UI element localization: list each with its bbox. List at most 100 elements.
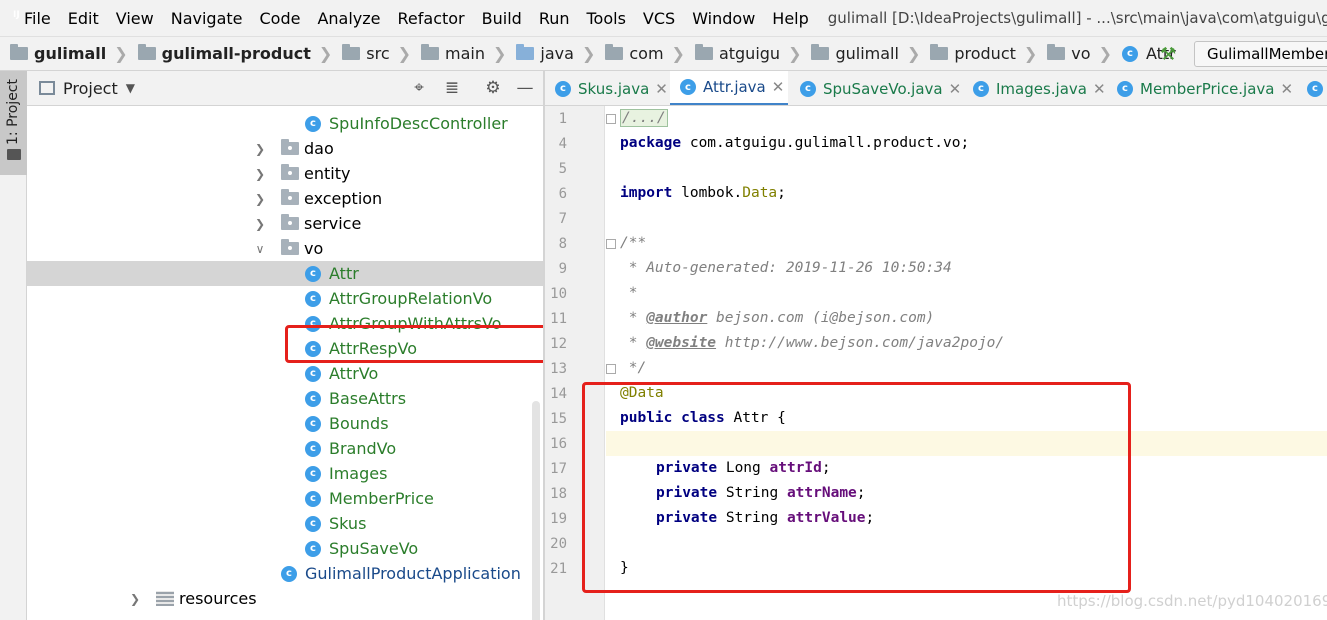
minimize-icon[interactable]: — [515,78,535,98]
chevron-down-icon[interactable]: ∨ [254,242,266,256]
breadcrumb-item-gulimall-pkg[interactable]: gulimall ❯ [811,44,920,63]
tree-item-label: GulimallProductApplication [305,564,521,583]
class-icon: c [305,515,321,532]
tree-item-exception[interactable]: ❯ exception [27,186,543,211]
breadcrumb-item-product[interactable]: product ❯ [930,44,1037,63]
menu-help[interactable]: Help [772,9,808,28]
class-icon: c [305,415,321,432]
package-icon [281,189,299,205]
line-number: 18 [550,486,567,502]
code-line-12: * @website http://www.bejson.com/java2po… [620,331,1004,356]
line-number: 11 [550,311,567,327]
menu-analyze[interactable]: Analyze [317,9,380,28]
code-line-13: */ [620,360,647,376]
chevron-right-icon: ❯ [397,44,412,63]
build-hammer-icon[interactable]: ⚒ [1160,44,1176,65]
tree-item-attrvo[interactable]: c AttrVo [27,361,543,386]
breadcrumb-label: java [540,44,574,63]
chevron-down-icon[interactable]: ▼ [126,81,135,95]
chevron-right-icon[interactable]: ❯ [254,167,266,181]
fold-marker-icon[interactable] [606,114,616,124]
tree-item-service[interactable]: ❯ service [27,211,543,236]
menu-window[interactable]: Window [692,9,755,28]
tree-item-label: Skus [329,514,367,533]
tree-item-label: exception [304,189,383,208]
tree-item-spuinfodesccontroller[interactable]: c SpuInfoDescController [27,111,543,136]
project-panel-title[interactable]: Project [63,79,118,98]
tree-item-dao[interactable]: ❯ dao [27,136,543,161]
breadcrumb-item-atguigu[interactable]: atguigu ❯ [694,44,801,63]
chevron-right-icon[interactable]: ❯ [129,592,141,606]
folded-comment[interactable]: /.../ [620,109,668,127]
menu-vcs[interactable]: VCS [643,9,675,28]
chevron-right-icon[interactable]: ❯ [254,217,266,231]
breadcrumb-item-java[interactable]: java ❯ [516,44,595,63]
menu-tools[interactable]: Tools [587,9,626,28]
breadcrumb-label: vo [1071,44,1091,63]
code-editor[interactable]: 1 4 5 6 7 8 9 10 11 12 13 14 15 16 17 18… [545,106,1327,620]
tree-item-resources[interactable]: ❯ resources [27,586,543,611]
project-panel-header: Project ▼ ⌖ ≣ ⚙ — [27,71,543,106]
editor-tab-bar: c Skus.java ✕ c Attr.java ✕ c SpuSaveVo.java ✕… [545,71,1327,106]
close-icon[interactable]: ✕ [772,78,785,96]
tab-memberprice-java[interactable]: c MemberPrice.java ✕ [1117,71,1307,105]
tree-item-spusavevo[interactable]: c SpuSaveVo [27,536,543,561]
tree-item-label: Attr [329,264,359,283]
chevron-right-icon[interactable]: ❯ [254,142,266,156]
breadcrumb-item-gulimall-product[interactable]: gulimall-product ❯ [137,44,332,63]
menu-refactor[interactable]: Refactor [398,9,465,28]
tab-attr-java[interactable]: c Attr.java ✕ [670,71,788,105]
tree-item-gulimallproductapplication[interactable]: c GulimallProductApplication [27,561,543,586]
tree-item-bounds[interactable]: c Bounds [27,411,543,436]
class-icon: c [800,80,816,97]
folder-icon [7,149,21,160]
tree-item-attrgrouprelationvo[interactable]: c AttrGroupRelationVo [27,286,543,311]
menu-view[interactable]: View [116,9,154,28]
code-line-11: * @author bejson.com (i@bejson.com) [620,306,935,331]
tree-scrollbar[interactable] [532,401,540,620]
menu-code[interactable]: Code [260,9,301,28]
tree-item-attr[interactable]: c Attr [27,261,543,286]
collapse-all-icon[interactable]: ≣ [442,78,462,98]
keyword: import [620,185,673,201]
line-number: 16 [550,436,567,452]
tree-item-entity[interactable]: ❯ entity [27,161,543,186]
menu-file[interactable]: File [24,9,51,28]
locate-target-icon[interactable]: ⌖ [409,78,429,98]
breadcrumb-item-com[interactable]: com ❯ [605,44,685,63]
close-icon[interactable]: ✕ [1093,80,1106,98]
breadcrumb-item-gulimall[interactable]: gulimall ❯ [10,44,128,63]
tab-images-java[interactable]: c Images.java ✕ [973,71,1113,105]
package-icon [694,44,713,60]
tree-item-images[interactable]: c Images [27,461,543,486]
menu-edit[interactable]: Edit [68,9,99,28]
menu-navigate[interactable]: Navigate [171,9,243,28]
menu-run[interactable]: Run [539,9,570,28]
chevron-right-icon: ❯ [581,44,596,63]
line-number: 21 [550,561,567,577]
breadcrumb-item-vo[interactable]: vo ❯ [1047,44,1112,63]
gear-icon[interactable]: ⚙ [483,78,503,98]
tree-item-brandvo[interactable]: c BrandVo [27,436,543,461]
breadcrumb-label: gulimall [835,44,899,63]
close-icon[interactable]: ✕ [1281,80,1294,98]
breadcrumb-label: src [366,44,390,63]
tree-item-memberprice[interactable]: c MemberPrice [27,486,543,511]
run-config-selector[interactable]: GulimallMemberApplication [1194,41,1327,67]
tab-label: SpuSaveVo.java [823,79,943,98]
tab-spusavevo-java[interactable]: c SpuSaveVo.java ✕ [800,71,962,105]
tree-item-skus[interactable]: c Skus [27,511,543,536]
tab-skus-java[interactable]: c Skus.java ✕ [555,71,670,105]
close-icon[interactable]: ✕ [949,80,962,98]
tree-item-baseattrs[interactable]: c BaseAttrs [27,386,543,411]
breadcrumb-item-main[interactable]: main ❯ [421,44,506,63]
fold-marker-icon[interactable] [606,239,616,249]
menu-build[interactable]: Build [482,9,522,28]
tab-overflow[interactable]: c [1307,71,1327,105]
fold-marker-icon[interactable] [606,364,616,374]
tree-item-vo[interactable]: ∨ vo [27,236,543,261]
project-tool-tab[interactable]: 1: Project [0,71,27,175]
close-icon[interactable]: ✕ [655,80,668,98]
chevron-right-icon[interactable]: ❯ [254,192,266,206]
breadcrumb-item-src[interactable]: src ❯ [342,44,411,63]
